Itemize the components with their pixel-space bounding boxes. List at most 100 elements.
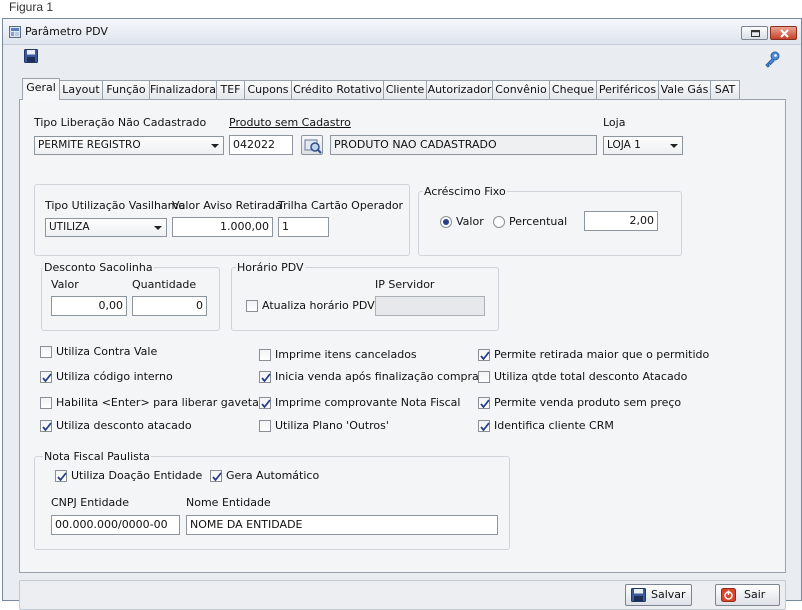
tab-perifericos[interactable]: Periféricos	[596, 80, 659, 99]
restore-button[interactable]	[741, 26, 768, 40]
checkmark-icon	[261, 373, 271, 383]
exit-button[interactable]: Sair	[715, 584, 780, 606]
checkmark-icon	[212, 472, 222, 482]
loja-select[interactable]: LOJA 1	[603, 136, 683, 155]
chevron-down-icon	[670, 144, 678, 148]
horario-pdv-title: Horário PDV	[236, 261, 305, 274]
bottom-bar: Salvar Sair	[19, 580, 786, 610]
nome-entidade-field[interactable]: NOME DA ENTIDADE	[186, 515, 498, 535]
cnpj-entidade-field[interactable]: 00.000.000/0000-00	[51, 515, 180, 535]
percentual-radio-label: Percentual	[509, 215, 568, 228]
imprime-comprovante-checkbox[interactable]	[259, 397, 271, 409]
exit-button-label: Sair	[744, 588, 766, 601]
ip-servidor-field	[375, 296, 485, 316]
tab-credito-rotativo[interactable]: Crédito Rotativo	[291, 80, 384, 99]
sacolinha-valor-label: Valor	[51, 278, 79, 291]
tab-autorizador[interactable]: Autorizador	[426, 80, 493, 99]
imprime-comprovante-label: Imprime comprovante Nota Fiscal	[275, 396, 461, 409]
utiliza-qtde-total-label: Utiliza qtde total desconto Atacado	[494, 370, 688, 383]
produto-desc-field: PRODUTO NAO CADASTRADO	[330, 135, 597, 155]
tipo-liberacao-value: PERMITE REGISTRO	[38, 139, 141, 151]
close-button[interactable]	[770, 26, 797, 40]
utiliza-codigo-interno-label: Utiliza código interno	[56, 370, 173, 383]
search-icon	[304, 139, 322, 154]
tab-cupons[interactable]: Cupons	[244, 80, 292, 99]
acrescimo-value-field[interactable]: 2,00	[584, 211, 658, 231]
inicia-venda-checkbox[interactable]	[259, 371, 271, 383]
utiliza-desconto-atacado-label: Utiliza desconto atacado	[56, 419, 192, 432]
permite-retirada-maior-label: Permite retirada maior que o permitido	[494, 348, 710, 361]
chevron-down-icon	[154, 226, 162, 230]
tab-layout[interactable]: Layout	[59, 80, 103, 99]
gera-automatico-label: Gera Automático	[226, 469, 320, 482]
atualiza-horario-label: Atualiza horário PDV	[262, 299, 375, 312]
utiliza-qtde-total-checkbox[interactable]	[478, 371, 490, 383]
trilha-cartao-field[interactable]: 1	[278, 217, 329, 237]
utiliza-doacao-checkbox[interactable]	[55, 470, 67, 482]
checkmark-icon	[57, 472, 67, 482]
utiliza-desconto-atacado-checkbox[interactable]	[40, 420, 52, 432]
valor-aviso-field[interactable]: 1.000,00	[172, 217, 273, 237]
key-icon[interactable]	[763, 50, 781, 68]
utiliza-contra-vale-checkbox[interactable]	[40, 346, 52, 358]
acrescimo-fixo-title: Acréscimo Fixo	[423, 185, 507, 198]
tipo-vasilhame-select[interactable]: UTILIZA	[45, 218, 167, 237]
tab-sat[interactable]: SAT	[710, 80, 740, 99]
figure-caption: Figura 1	[9, 0, 54, 14]
chevron-down-icon	[211, 144, 219, 148]
tab-vale-gas[interactable]: Vale Gás	[658, 80, 711, 99]
trilha-cartao-label: Trilha Cartão Operador	[278, 199, 404, 212]
floppy-disk-icon	[631, 588, 646, 602]
checkmark-icon	[480, 351, 490, 361]
tab-funcao[interactable]: Função	[102, 80, 150, 99]
sacolinha-quantidade-field[interactable]: 0	[132, 296, 207, 316]
checkmark-icon	[480, 399, 490, 409]
nome-entidade-label: Nome Entidade	[186, 496, 271, 509]
produto-sem-cadastro-label: Produto sem Cadastro	[229, 116, 351, 129]
checkmark-icon	[261, 399, 271, 409]
tab-cheque[interactable]: Cheque	[549, 80, 597, 99]
floppy-disk-icon[interactable]	[24, 49, 38, 63]
tab-tef[interactable]: TEF	[216, 80, 245, 99]
atualiza-horario-checkbox[interactable]	[246, 300, 258, 312]
permite-venda-sem-preco-label: Permite venda produto sem preço	[494, 396, 682, 409]
tipo-liberacao-select[interactable]: PERMITE REGISTRO	[34, 136, 224, 155]
tipo-vasilhame-label: Tipo Utilização Vasilhame	[45, 199, 186, 212]
tab-finalizadora[interactable]: Finalizadora	[149, 80, 217, 99]
tab-convenio[interactable]: Convênio	[492, 80, 550, 99]
identifica-cliente-crm-checkbox[interactable]	[478, 420, 490, 432]
tipo-liberacao-label: Tipo Liberação Não Cadastrado	[34, 116, 207, 129]
utiliza-contra-vale-label: Utiliza Contra Vale	[56, 345, 158, 358]
save-button-label: Salvar	[651, 588, 686, 601]
app-icon	[9, 26, 21, 38]
power-icon	[721, 588, 736, 602]
tipo-vasilhame-value: UTILIZA	[49, 221, 90, 233]
title-bar: Parâmetro PDV	[3, 19, 801, 45]
tab-cliente[interactable]: Cliente	[383, 80, 427, 99]
valor-radio[interactable]	[440, 216, 452, 228]
utiliza-plano-outros-checkbox[interactable]	[259, 420, 271, 432]
sacolinha-quantidade-label: Quantidade	[132, 278, 197, 291]
ip-servidor-label: IP Servidor	[375, 278, 435, 291]
window-title: Parâmetro PDV	[25, 25, 108, 38]
valor-aviso-label: Valor Aviso Retirada	[172, 199, 282, 212]
imprime-itens-cancelados-label: Imprime itens cancelados	[275, 348, 417, 361]
inicia-venda-label: Inicia venda após finalização compra	[275, 370, 479, 383]
checkmark-icon	[42, 422, 52, 432]
permite-venda-sem-preco-checkbox[interactable]	[478, 397, 490, 409]
save-button[interactable]: Salvar	[625, 584, 692, 606]
habilita-enter-label: Habilita <Enter> para liberar gaveta	[56, 396, 259, 409]
loja-label: Loja	[603, 116, 626, 129]
percentual-radio[interactable]	[493, 216, 505, 228]
habilita-enter-checkbox[interactable]	[40, 397, 52, 409]
permite-retirada-maior-checkbox[interactable]	[478, 349, 490, 361]
product-search-button[interactable]	[301, 135, 323, 155]
imprime-itens-cancelados-checkbox[interactable]	[259, 349, 271, 361]
tab-geral[interactable]: Geral	[22, 78, 60, 100]
nota-fiscal-paulista-title: Nota Fiscal Paulista	[43, 450, 151, 463]
utiliza-codigo-interno-checkbox[interactable]	[40, 371, 52, 383]
valor-radio-label: Valor	[456, 215, 484, 228]
produto-code-field[interactable]: 042022	[229, 135, 293, 155]
gera-automatico-checkbox[interactable]	[210, 470, 222, 482]
sacolinha-valor-field[interactable]: 0,00	[51, 296, 127, 316]
